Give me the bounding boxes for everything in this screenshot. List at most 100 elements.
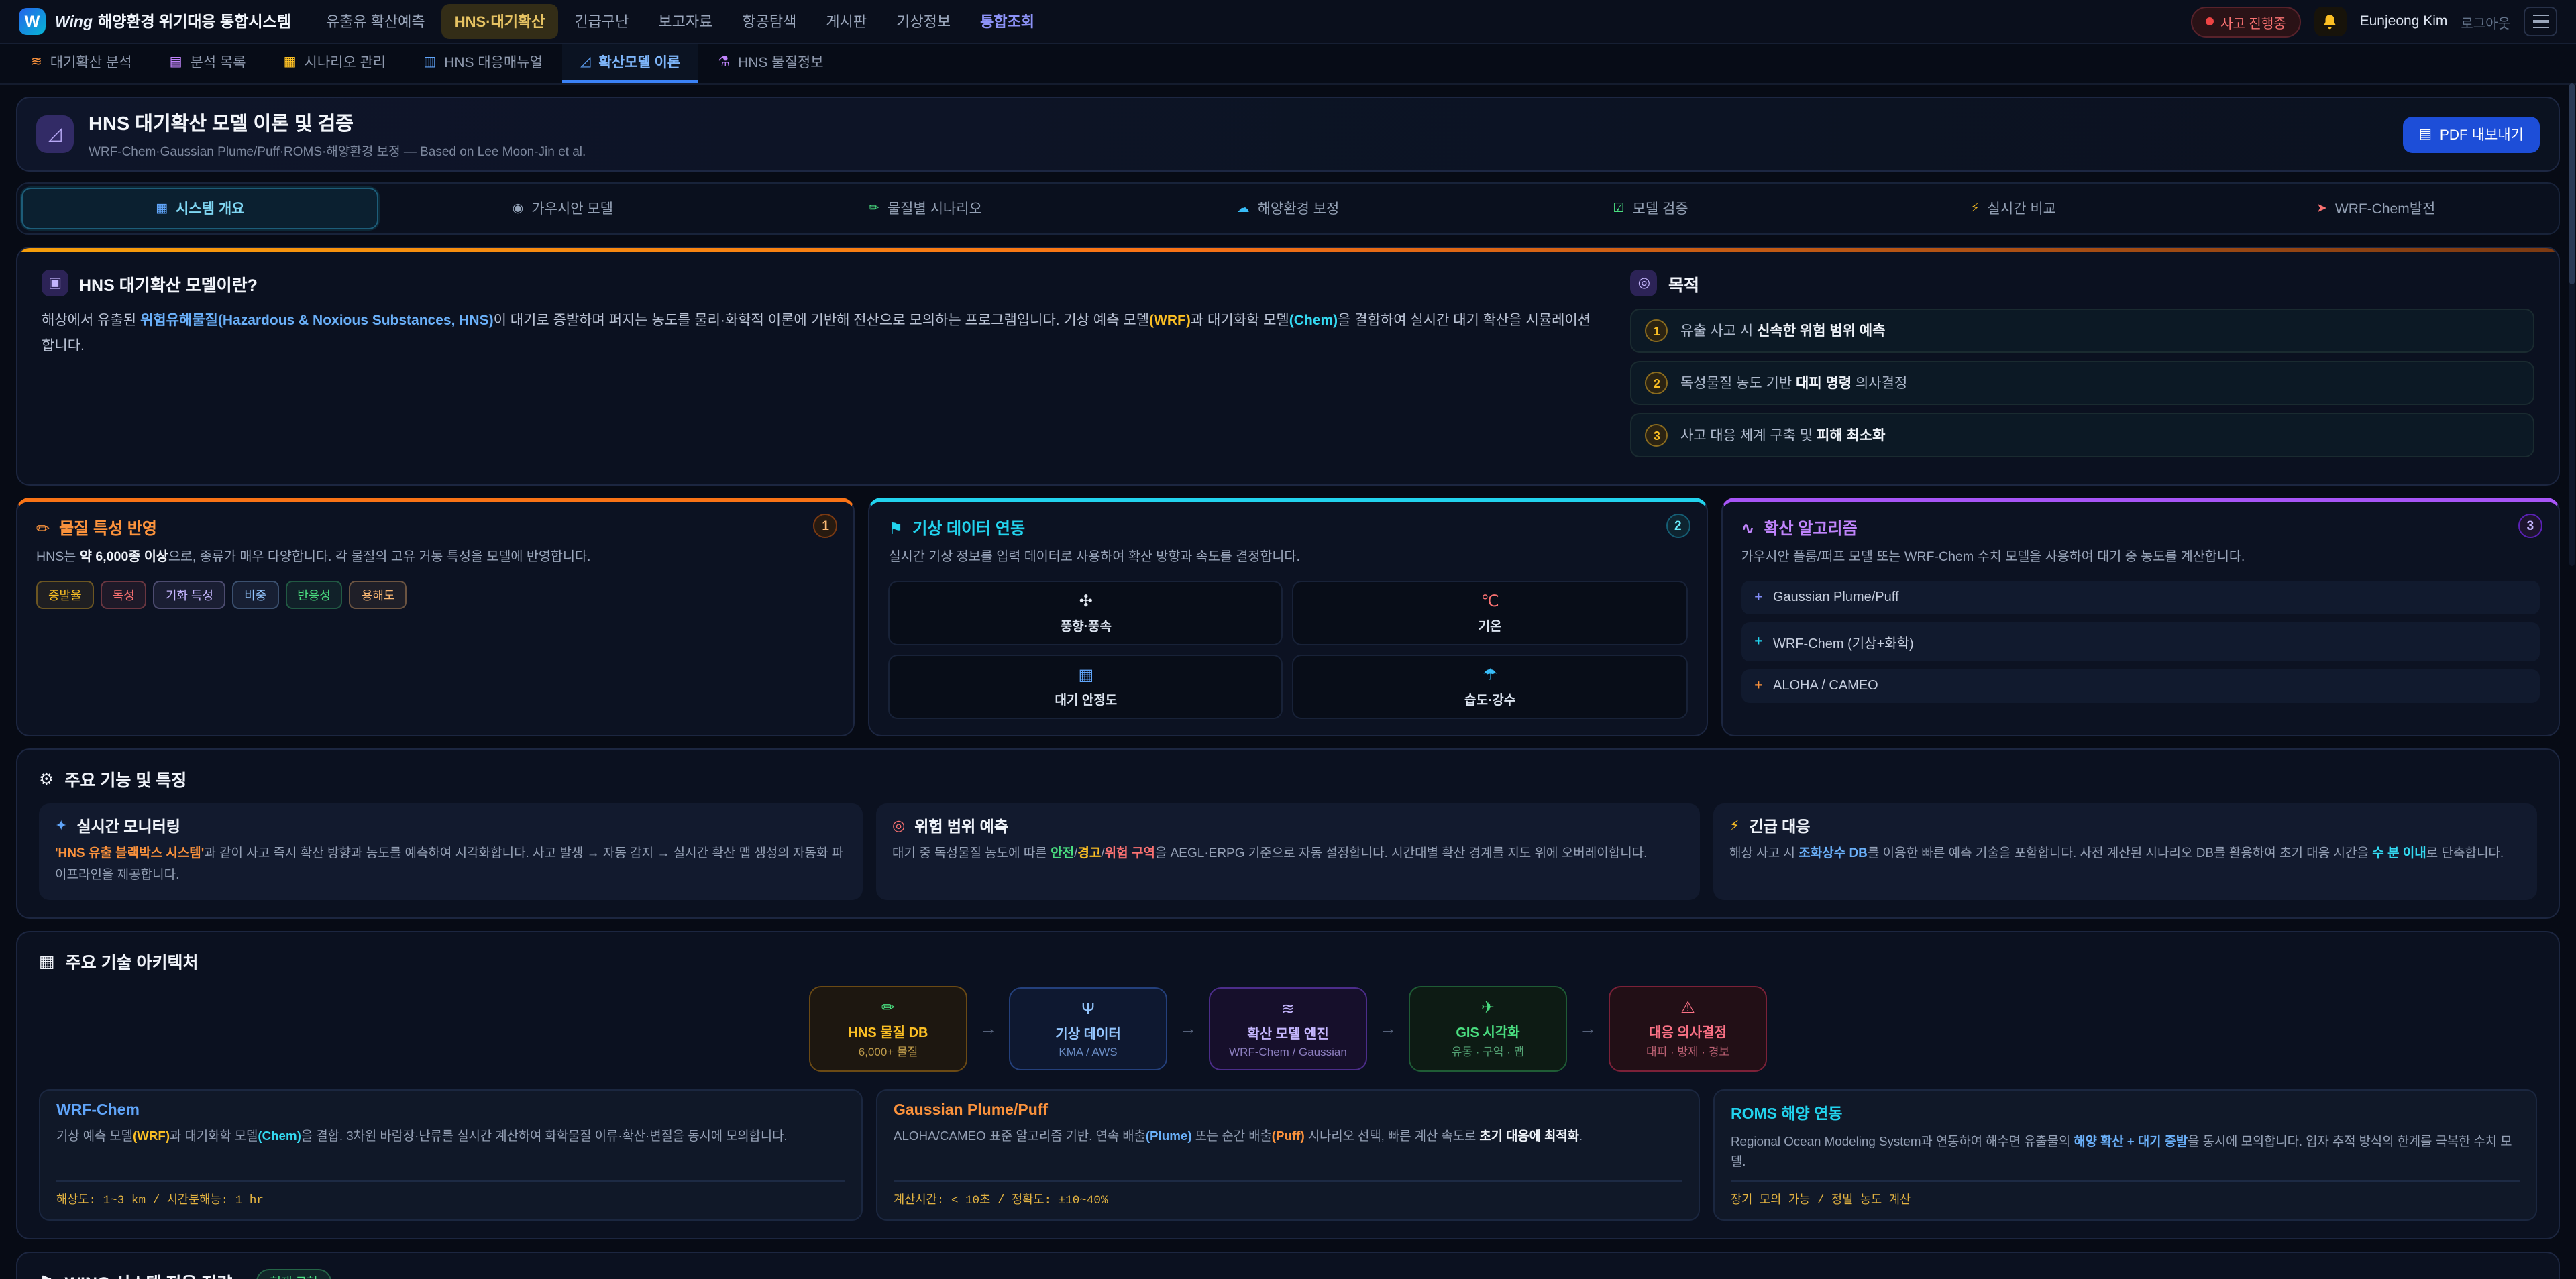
page-header-text: HNS 대기확산 모델 이론 및 검증 WRF-Chem·Gaussian Pl… <box>89 109 586 160</box>
tag-specific-gravity[interactable]: 비중 <box>232 580 278 608</box>
tile-atmospheric-stability[interactable]: ▦ 대기 안정도 <box>889 654 1283 718</box>
nav-item-weather-info[interactable]: 기상정보 <box>883 4 964 39</box>
algo-item-gaussian[interactable]: + Gaussian Plume/Puff <box>1741 580 2540 614</box>
wind-icon: ≋ <box>31 55 42 70</box>
flag-icon: ⚑ <box>889 518 904 537</box>
subnav-analysis-list[interactable]: ▤ 분석 목록 <box>152 44 264 83</box>
algo-label: ALOHA / CAMEO <box>1773 678 1878 693</box>
flow-node-dispersion-engine[interactable]: ≋ 확산 모델 엔진 WRF-Chem / Gaussian <box>1209 987 1367 1070</box>
tab-marine-correction[interactable]: ☁ 해양환경 보정 <box>1110 188 1467 229</box>
tab-wrf-chem-evolution[interactable]: ➤ WRF-Chem발전 <box>2197 188 2555 229</box>
target-icon: ◎ <box>892 817 905 834</box>
purpose-title-row: ◎ 목적 <box>1631 270 2534 296</box>
nav-item-oil-spill[interactable]: 유출유 확산예측 <box>313 4 439 39</box>
arrow-right-icon: → <box>1179 1018 1197 1038</box>
model-specs: 해상도: 1~3 km / 시간분해능: 1 hr <box>56 1180 845 1207</box>
intro-section: ▣ HNS 대기확산 모델이란? 해상에서 유출된 위험유해물질(Hazardo… <box>16 247 2560 486</box>
tab-realtime-comparison[interactable]: ⚡ 실시간 비교 <box>1835 188 2192 229</box>
hamburger-menu-button[interactable] <box>2524 7 2557 36</box>
purpose-number-badge: 1 <box>1646 319 1668 342</box>
feature-emergency-response: ⚡ 긴급 대응 해상 사고 시 조화상수 DB를 이용한 빠른 예측 기술을 포… <box>1713 803 2537 899</box>
intro-paragraph: 해상에서 유출된 위험유해물질(Hazardous & Noxious Subs… <box>42 309 1596 359</box>
building-icon: ▦ <box>39 950 55 970</box>
subnav-model-theory[interactable]: ◿ 확산모델 이론 <box>563 44 698 83</box>
card-number-badge: 3 <box>2518 514 2542 538</box>
subnav-dispersion-analysis[interactable]: ≋ 대기확산 분석 <box>13 44 150 83</box>
tile-wind[interactable]: ✣ 풍향·풍속 <box>889 580 1283 645</box>
tile-humidity-precipitation[interactable]: ☂ 습도·강수 <box>1293 654 1687 718</box>
flow-node-title: 확산 모델 엔진 <box>1226 1021 1350 1042</box>
section-tabbar: ▦ 시스템 개요 ◉ 가우시안 모델 ✏ 물질별 시나리오 ☁ 해양환경 보정 … <box>16 182 2560 235</box>
sub-navbar: ≋ 대기확산 분석 ▤ 분석 목록 ▦ 시나리오 관리 ▥ HNS 대응매뉴얼 … <box>0 44 2576 85</box>
nav-item-hns-dispersion[interactable]: HNS·대기확산 <box>441 4 559 39</box>
purpose-text: 유출 사고 시 신속한 위험 범위 예측 <box>1680 321 1886 341</box>
nav-item-aerial-search[interactable]: 항공탐색 <box>729 4 810 39</box>
document-icon: ▤ <box>2419 127 2432 142</box>
notification-bell-button[interactable] <box>2314 7 2347 36</box>
model-wrf-chem: WRF-Chem 기상 예측 모델(WRF)과 대기화학 모델(Chem)을 결… <box>39 1089 863 1220</box>
card-weather-integration: 2 ⚑ 기상 데이터 연동 실시간 기상 정보를 입력 데이터로 사용하여 확산… <box>869 498 1708 736</box>
brand[interactable]: W Wing해양환경 위기대응 통합시스템 <box>19 8 291 35</box>
model-description: ALOHA/CAMEO 표준 알고리즘 기반. 연속 배출(Plume) 또는 … <box>894 1125 1682 1170</box>
thermometer-icon: ℃ <box>1481 591 1499 610</box>
scrollbar[interactable] <box>2569 83 2575 566</box>
pdf-export-button[interactable]: ▤ PDF 내보내기 <box>2403 116 2540 152</box>
tab-label: WRF-Chem발전 <box>2335 199 2435 219</box>
nav-item-board[interactable]: 게시판 <box>812 4 880 39</box>
tab-gaussian-model[interactable]: ◉ 가우시안 모델 <box>384 188 742 229</box>
flow-node-title: GIS 시각화 <box>1426 1020 1550 1040</box>
subnav-substance-info[interactable]: ⚗ HNS 물질정보 <box>700 44 841 83</box>
flow-node-sub: WRF-Chem / Gaussian <box>1226 1044 1350 1058</box>
algo-item-aloha-cameo[interactable]: + ALOHA / CAMEO <box>1741 669 2540 702</box>
purpose-text: 사고 대응 체계 구축 및 피해 최소화 <box>1680 425 1886 445</box>
incident-status-badge[interactable]: 사고 진행중 <box>2191 6 2301 37</box>
flow-node-weather-data[interactable]: Ψ 기상 데이터 KMA / AWS <box>1009 987 1167 1070</box>
subnav-response-manual[interactable]: ▥ HNS 대응매뉴얼 <box>406 44 560 83</box>
tag-toxicity[interactable]: 독성 <box>101 580 147 608</box>
tab-label: 물질별 시나리오 <box>888 199 982 219</box>
card-title-row: ✏ 물질 특성 반영 <box>36 516 835 539</box>
lightning-icon: ⚡ <box>1729 817 1739 834</box>
logout-button[interactable]: 로그아웃 <box>2461 11 2510 32</box>
pdf-export-label: PDF 내보내기 <box>2440 124 2524 144</box>
key-functions-section: ⚙ 주요 기능 및 특징 ✦ 실시간 모니터링 'HNS 유출 블랙박스 시스템… <box>16 748 2560 918</box>
tag-evaporation[interactable]: 증발율 <box>36 580 94 608</box>
scrollbar-thumb[interactable] <box>2569 83 2575 284</box>
purpose-panel: ◎ 목적 1 유출 사고 시 신속한 위험 범위 예측 2 독성물질 농도 기반… <box>1631 270 2534 465</box>
model-gaussian: Gaussian Plume/Puff ALOHA/CAMEO 표준 알고리즘 … <box>876 1089 1700 1220</box>
flow-node-decision-response[interactable]: ⚠ 대응 의사결정 대피 · 방제 · 경보 <box>1609 985 1767 1071</box>
model-roms: ROMS 해양 연동 Regional Ocean Modeling Syste… <box>1713 1089 2537 1220</box>
tab-model-validation[interactable]: ☑ 모델 검증 <box>1472 188 1829 229</box>
nav-item-rescue[interactable]: 긴급구난 <box>561 4 642 39</box>
flow-node-gis-visualization[interactable]: ✈ GIS 시각화 유동 · 구역 · 맵 <box>1409 985 1567 1071</box>
feature-realtime-monitoring: ✦ 실시간 모니터링 'HNS 유출 블랙박스 시스템'과 같이 사고 즉시 확… <box>39 803 863 899</box>
tab-system-overview[interactable]: ▦ 시스템 개요 <box>21 188 379 229</box>
algo-item-wrf-chem[interactable]: + WRF-Chem (기상+화학) <box>1741 622 2540 661</box>
nav-item-integrated-search[interactable]: 통합조회 <box>967 4 1048 39</box>
property-tags: 증발율 독성 기화 특성 비중 반응성 용해도 <box>36 580 835 608</box>
model-title: Gaussian Plume/Puff <box>894 1102 1682 1118</box>
tile-label: 기온 <box>1479 615 1502 634</box>
tag-vaporization[interactable]: 기화 특성 <box>154 580 225 608</box>
tag-solubility[interactable]: 용해도 <box>350 580 407 608</box>
page-title: HNS 대기확산 모델 이론 및 검증 <box>89 109 586 137</box>
purpose-text: 독성물질 농도 기반 대피 명령 의사결정 <box>1680 373 1907 393</box>
model-title: WRF-Chem <box>56 1102 845 1118</box>
tab-substance-scenarios[interactable]: ✏ 물질별 시나리오 <box>747 188 1104 229</box>
nav-item-reports[interactable]: 보고자료 <box>645 4 726 39</box>
flow-node-sub: KMA / AWS <box>1026 1044 1150 1058</box>
current-implementation-badge: 현재 구현 <box>256 1268 331 1279</box>
tile-temperature[interactable]: ℃ 기온 <box>1293 580 1687 645</box>
architecture-section: ▦ 주요 기술 아키텍처 ✏ HNS 물질 DB 6,000+ 물질 → Ψ 기… <box>16 930 2560 1239</box>
purpose-number-badge: 3 <box>1646 424 1668 447</box>
section-title-row: ⚙ 주요 기능 및 특징 <box>39 765 2537 791</box>
subnav-label: 시나리오 관리 <box>305 52 386 72</box>
subnav-label: 확산모델 이론 <box>598 52 680 72</box>
top-navbar: W Wing해양환경 위기대응 통합시스템 유출유 확산예측 HNS·대기확산 … <box>0 0 2576 44</box>
cloud-icon: ☁ <box>1237 201 1250 216</box>
subnav-scenario-management[interactable]: ▦ 시나리오 관리 <box>266 44 404 83</box>
flow-node-hns-db[interactable]: ✏ HNS 물질 DB 6,000+ 물질 <box>809 985 967 1071</box>
tag-reactivity[interactable]: 반응성 <box>285 580 343 608</box>
feature-title: 실시간 모니터링 <box>76 815 180 836</box>
model-icon: ▣ <box>42 270 68 296</box>
